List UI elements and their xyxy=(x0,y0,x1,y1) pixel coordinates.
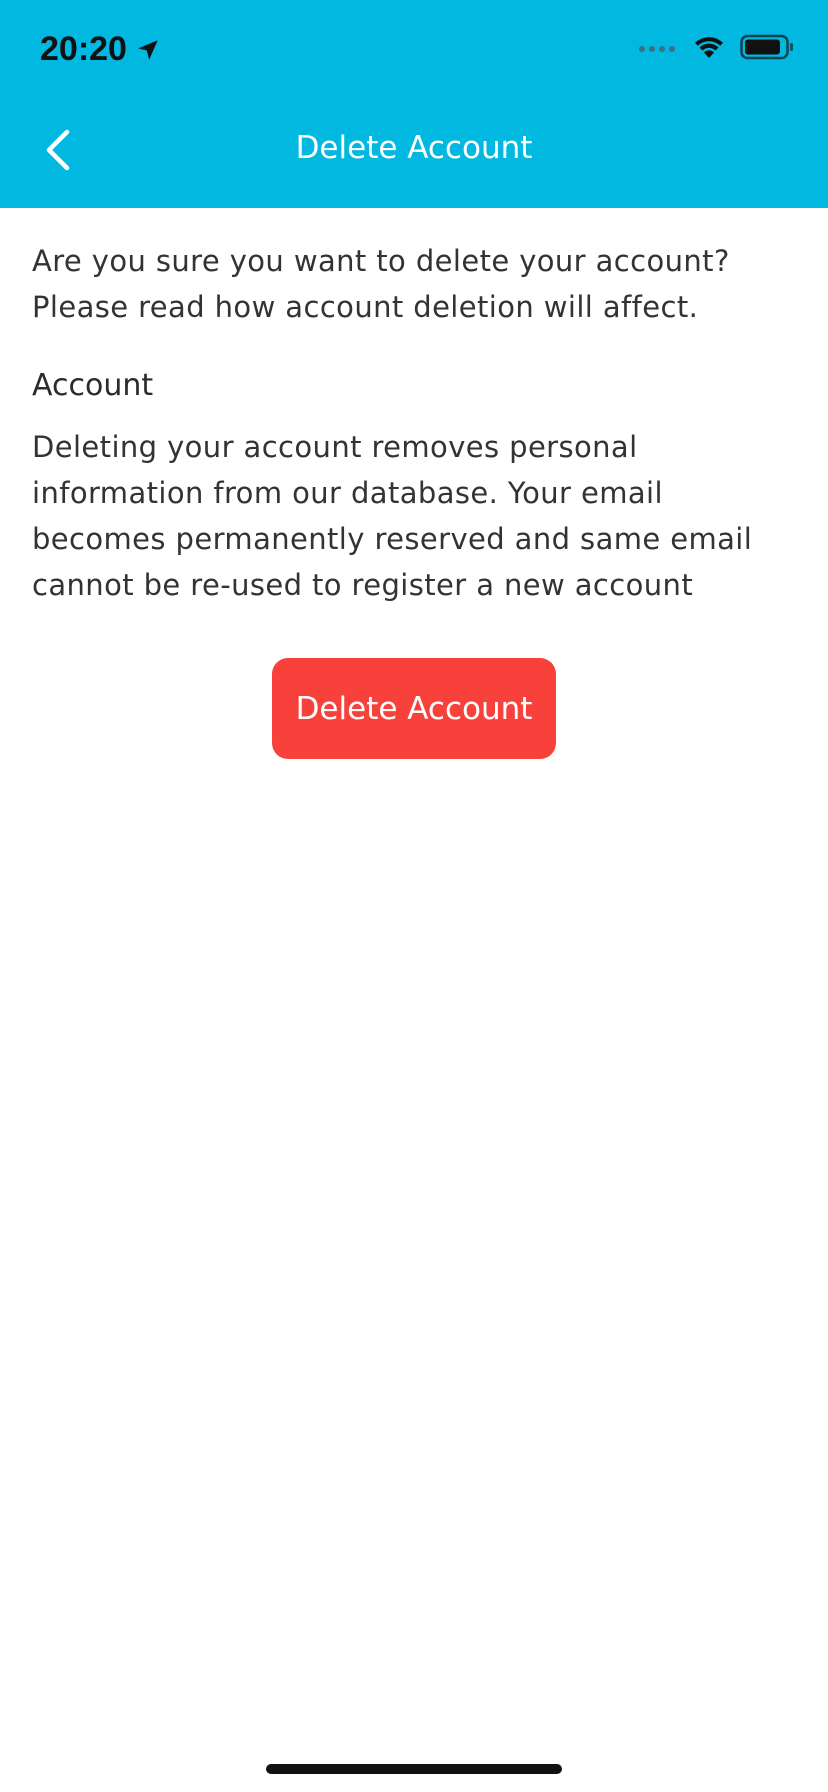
status-bar-indicators xyxy=(638,34,794,60)
status-time-text: 20:20 xyxy=(40,30,127,68)
delete-account-button[interactable]: Delete Account xyxy=(272,658,556,759)
section-body-text: Deleting your account removes personal i… xyxy=(32,430,753,602)
status-bar-time: 20:20 xyxy=(40,30,161,69)
page-title: Delete Account xyxy=(295,130,533,166)
header-bar: 20:20 Delete Account xyxy=(0,0,828,208)
battery-icon xyxy=(740,34,794,60)
intro-text: Are you sure you want to delete your acc… xyxy=(32,244,730,324)
signal-dots-icon xyxy=(638,41,678,53)
section-title-account: Account xyxy=(32,368,154,403)
home-indicator[interactable] xyxy=(266,1764,562,1774)
content-area: Are you sure you want to delete your acc… xyxy=(32,238,802,608)
wifi-icon xyxy=(692,34,726,60)
location-arrow-icon xyxy=(135,37,161,63)
